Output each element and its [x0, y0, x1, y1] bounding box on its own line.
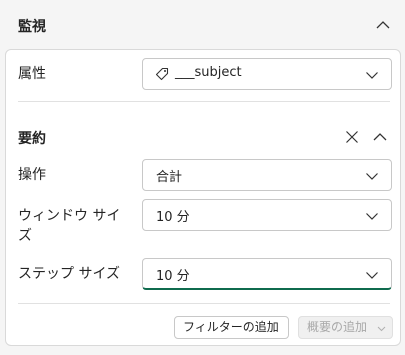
- attribute-value: ___subject: [175, 65, 242, 80]
- chevron-down-icon: [377, 326, 386, 332]
- summary-title: 要約: [18, 131, 46, 147]
- add-summary-label: 概要の追加: [307, 320, 368, 334]
- window-size-select[interactable]: 10 分: [142, 199, 392, 231]
- monitor-card: 属性 ___subject 要約 操作 合計 ウィンドウ サイ ズ 10 分 ス…: [5, 49, 401, 346]
- window-size-label: ウィンドウ サイ ズ: [18, 206, 120, 246]
- monitor-section-header: 監視: [0, 0, 405, 50]
- step-size-label: ステップ サイズ: [18, 266, 121, 282]
- section-title: 監視: [18, 19, 46, 35]
- operation-select[interactable]: 合計: [142, 159, 392, 191]
- chevron-down-icon: [366, 272, 378, 279]
- chevron-up-icon[interactable]: [372, 129, 388, 145]
- chevron-down-icon: [366, 173, 378, 180]
- chevron-up-icon[interactable]: [375, 17, 391, 33]
- chevron-down-icon: [366, 213, 378, 220]
- window-size-value: 10 分: [156, 210, 190, 225]
- tag-icon: [155, 67, 169, 81]
- window-size-label-line1: ウィンドウ サイ: [18, 208, 121, 224]
- window-size-label-line2: ズ: [18, 228, 32, 244]
- operation-value: 合計: [156, 170, 183, 185]
- divider: [18, 101, 390, 102]
- attribute-select[interactable]: ___subject: [142, 58, 392, 90]
- step-size-select[interactable]: 10 分: [142, 258, 392, 290]
- add-summary-button[interactable]: 概要の追加: [298, 316, 393, 339]
- step-size-value: 10 分: [156, 269, 190, 284]
- attribute-label: 属性: [18, 66, 46, 82]
- add-filter-button[interactable]: フィルターの追加: [174, 316, 289, 339]
- operation-label: 操作: [18, 167, 46, 183]
- chevron-down-icon: [366, 72, 378, 79]
- close-icon[interactable]: [344, 129, 360, 145]
- divider: [18, 303, 390, 304]
